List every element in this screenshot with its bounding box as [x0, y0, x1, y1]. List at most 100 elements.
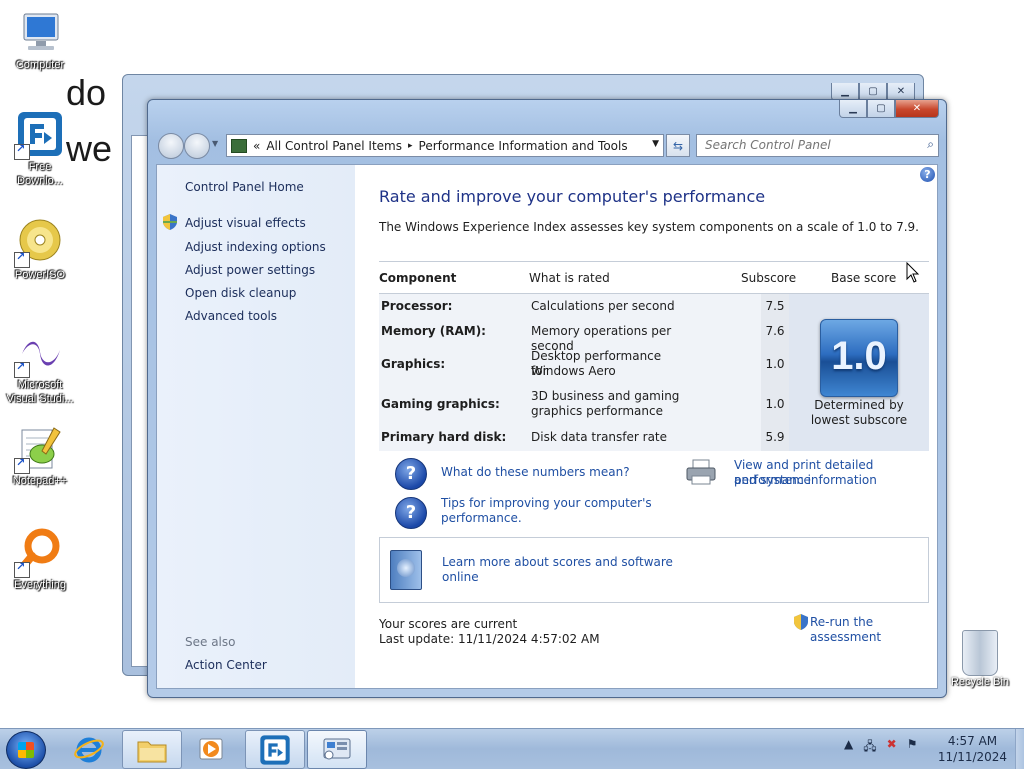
visual-studio-icon [14, 328, 64, 378]
task-pane: Control Panel Home Adjust visual effects… [157, 165, 355, 688]
adjust-indexing-options-link[interactable]: Adjust indexing options [185, 240, 326, 254]
desktop-icon-visual-studio[interactable]: Microsoft Visual Studi... [0, 328, 80, 406]
performance-window[interactable]: ▁ ▢ ✕ ▼ « All Control Panel Items ▸ Perf… [147, 99, 947, 698]
column-header-base-score: Base score [831, 271, 897, 285]
forward-button[interactable] [184, 133, 210, 159]
window-client-area: Control Panel Home Adjust visual effects… [156, 164, 938, 689]
desktop-icon-everything[interactable]: Everything [0, 528, 80, 592]
desktop-icon-label: PowerISO [14, 269, 66, 281]
question-icon: ? [395, 497, 427, 529]
taskbar-internet-explorer[interactable] [60, 730, 118, 767]
table-row: Graphics: Desktop performance for Window… [379, 344, 789, 384]
taskbar-free-download-manager[interactable] [245, 730, 305, 769]
learn-more-link-line2[interactable]: online [442, 570, 479, 585]
network-icon[interactable]: 🖧 [863, 737, 876, 758]
search-icon[interactable]: ⌕ [927, 137, 934, 152]
table-row: Processor: Calculations per second 7.5 [379, 294, 789, 319]
table-header: Component What is rated Subscore Base sc… [379, 261, 929, 294]
software-book-icon [390, 550, 422, 590]
back-button[interactable] [158, 133, 184, 159]
determined-by-label: Determined by [814, 398, 904, 412]
desktop-icon-poweriso[interactable]: PowerISO [0, 218, 80, 282]
desktop-icon-label: Computer [15, 59, 65, 71]
what-do-these-numbers-mean-link[interactable]: What do these numbers mean? [441, 465, 630, 480]
printer-icon [686, 459, 716, 485]
main-content: ? Rate and improve your computer's perfo… [379, 165, 937, 688]
refresh-icon: ⇆ [672, 138, 684, 153]
desktop-icon-notepad-plus-plus[interactable]: Notepad++ [0, 424, 80, 488]
performance-tools-icon [323, 738, 351, 759]
minimize-button[interactable]: ▁ [839, 100, 867, 118]
start-button[interactable] [6, 731, 46, 769]
close-button[interactable]: ✕ [895, 100, 939, 118]
flag-icon[interactable]: ⚑ [907, 737, 918, 758]
taskbar-windows-explorer[interactable] [122, 730, 182, 769]
breadcrumb-separator-icon[interactable]: ▸ [408, 141, 413, 151]
help-button[interactable]: ? [920, 167, 935, 182]
component-cell: Processor: [381, 299, 453, 313]
learn-more-box: Learn more about scores and software onl… [379, 537, 929, 603]
clock-time: 4:57 AM [947, 734, 998, 748]
desktop-icon-label: Downlo... [17, 175, 63, 187]
page-description: The Windows Experience Index assesses ke… [379, 220, 919, 234]
taskbar-media-player[interactable] [183, 730, 241, 767]
breadcrumb-prefix[interactable]: « [253, 139, 260, 153]
uac-shield-icon [794, 614, 808, 630]
show-desktop-button[interactable] [1015, 729, 1024, 769]
column-header-component: Component [379, 271, 457, 285]
download-manager-icon [260, 734, 290, 765]
taskbar: ▲ 🖧 ✖ ⚑ 4:57 AM 11/11/2024 [0, 728, 1024, 769]
chevron-up-icon[interactable]: ▲ [844, 737, 853, 758]
table-row: Memory (RAM): Memory operations per seco… [379, 319, 789, 353]
system-clock[interactable]: 4:57 AM 11/11/2024 [930, 733, 1015, 765]
maximize-button[interactable]: ▢ [867, 100, 895, 118]
recent-pages-dropdown-icon[interactable]: ▼ [212, 139, 218, 148]
download-manager-icon [14, 110, 64, 160]
rated-cell: 3D business and gaming [531, 389, 680, 403]
background-document-text: we [66, 128, 113, 169]
subscore-cell: 7.6 [761, 319, 789, 344]
address-dropdown-icon[interactable]: ▼ [652, 139, 659, 149]
wei-score-table: Component What is rated Subscore Base sc… [379, 261, 929, 451]
subscore-cell: 5.9 [761, 424, 789, 451]
table-body: Processor: Calculations per second 7.5 M… [379, 294, 929, 451]
address-bar[interactable]: « All Control Panel Items ▸ Performance … [226, 134, 664, 157]
rerun-assessment-link[interactable]: Re-run the assessment [810, 615, 937, 645]
navigation-bar: ▼ « All Control Panel Items ▸ Performanc… [156, 130, 939, 160]
search-box[interactable]: ⌕ [696, 134, 939, 157]
internet-explorer-icon [74, 737, 104, 762]
view-print-details-link-line2[interactable]: and system information [734, 473, 877, 488]
search-input[interactable] [697, 135, 915, 154]
refresh-button[interactable]: ⇆ [666, 134, 690, 157]
desktop-icon-computer[interactable]: Computer [0, 8, 80, 72]
open-disk-cleanup-link[interactable]: Open disk cleanup [185, 286, 296, 300]
control-panel-home-link[interactable]: Control Panel Home [185, 180, 304, 194]
media-player-icon [199, 738, 223, 759]
volume-muted-icon[interactable]: ✖ [887, 737, 897, 758]
last-update-label: Last update: 11/11/2024 4:57:02 AM [379, 632, 600, 646]
adjust-power-settings-link[interactable]: Adjust power settings [185, 263, 315, 277]
breadcrumb-all-control-panel-items[interactable]: All Control Panel Items [266, 139, 402, 153]
lowest-subscore-label: lowest subscore [810, 413, 908, 427]
desktop-icon-label: Everything [14, 579, 66, 591]
shortcut-arrow-icon [14, 142, 30, 160]
disc-icon [14, 218, 64, 268]
taskbar-control-panel[interactable] [307, 730, 367, 769]
computer-icon [16, 8, 64, 56]
action-center-link[interactable]: Action Center [185, 658, 267, 672]
adjust-visual-effects-link[interactable]: Adjust visual effects [185, 216, 306, 230]
rated-cell: Disk data transfer rate [531, 430, 668, 444]
table-row: Primary hard disk: Disk data transfer ra… [379, 424, 789, 451]
page-title: Rate and improve your computer's perform… [379, 187, 766, 206]
advanced-tools-link[interactable]: Advanced tools [185, 309, 277, 323]
shortcut-arrow-icon [14, 360, 30, 378]
recycle-bin-icon [962, 630, 998, 676]
tips-improving-performance-link-line2[interactable]: performance. [441, 511, 522, 526]
tips-improving-performance-link[interactable]: Tips for improving your computer's [441, 496, 652, 511]
control-panel-icon [231, 138, 247, 153]
learn-more-link[interactable]: Learn more about scores and software [442, 555, 673, 570]
desktop-icon-recycle-bin[interactable]: Recycle Bin [940, 630, 1020, 688]
shortcut-arrow-icon [14, 250, 30, 268]
breadcrumb-current[interactable]: Performance Information and Tools [419, 139, 628, 153]
base-score-badge: 1.0 [820, 319, 898, 397]
